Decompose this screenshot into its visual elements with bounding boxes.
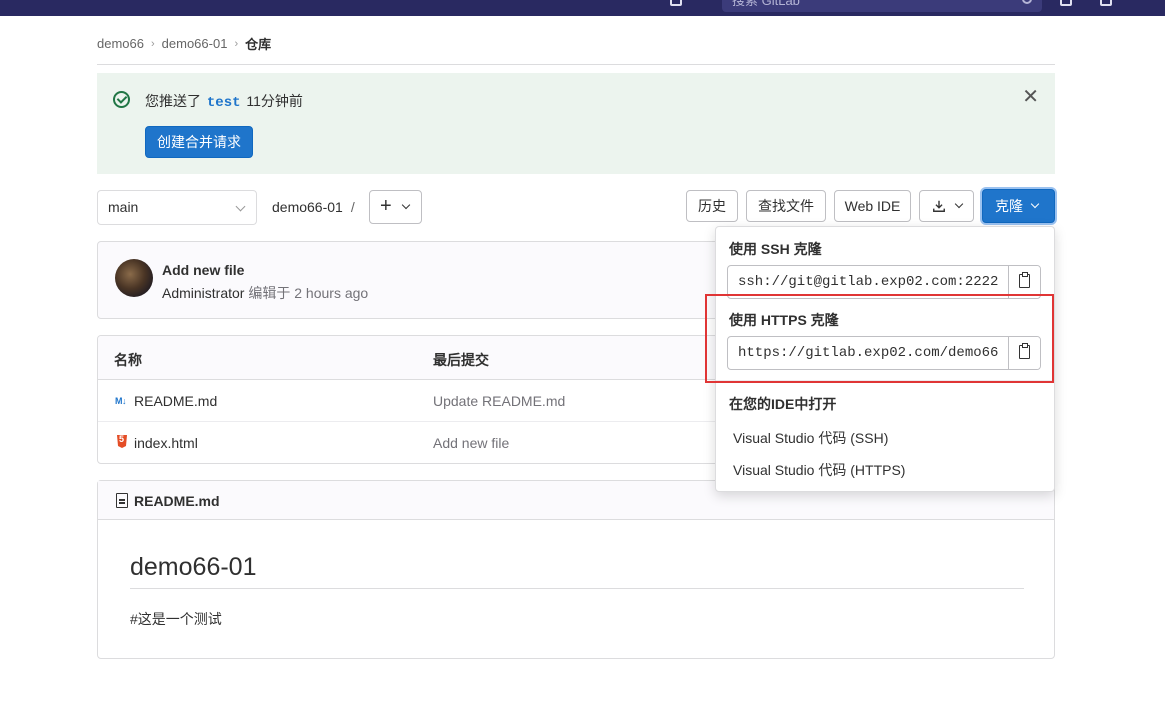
top-nav-bar: 搜索 GitLab xyxy=(0,0,1165,16)
file-icon xyxy=(116,493,128,508)
repo-path-link[interactable]: demo66-01 xyxy=(272,199,343,215)
open-vscode-https-item[interactable]: Visual Studio 代码 (HTTPS) xyxy=(733,460,905,480)
file-name[interactable]: index.html xyxy=(134,435,198,451)
close-icon[interactable]: ✕ xyxy=(1022,87,1039,107)
search-placeholder: 搜索 GitLab xyxy=(732,0,800,8)
add-to-tree-button[interactable]: + xyxy=(369,190,422,224)
breadcrumb-item-group[interactable]: demo66 xyxy=(97,36,144,51)
history-button[interactable]: 历史 xyxy=(686,190,738,222)
alert-message: 您推送了 test 11分钟前 xyxy=(145,93,303,111)
column-header-last-commit: 最后提交 xyxy=(433,352,489,368)
issues-icon[interactable] xyxy=(1060,0,1072,6)
commit-meta: Administrator 编辑于 2 hours ago xyxy=(162,285,369,301)
file-commit-message[interactable]: Add new file xyxy=(433,435,509,451)
ssh-clone-label: 使用 SSH 克隆 xyxy=(729,241,822,257)
commit-author[interactable]: Administrator xyxy=(162,285,244,301)
clone-button[interactable]: 克隆 xyxy=(982,189,1055,223)
highlight-box xyxy=(705,294,1054,383)
download-button[interactable] xyxy=(919,190,974,222)
chevron-right-icon: › xyxy=(234,37,239,50)
open-in-ide-label: 在您的IDE中打开 xyxy=(729,396,837,412)
open-vscode-ssh-item[interactable]: Visual Studio 代码 (SSH) xyxy=(733,428,888,448)
markdown-icon: M↓ xyxy=(115,396,127,406)
merge-requests-icon[interactable] xyxy=(1100,0,1112,6)
branch-name: test xyxy=(206,95,241,111)
branch-selector[interactable]: main xyxy=(97,190,257,225)
readme-heading: demo66-01 xyxy=(130,553,257,581)
breadcrumb: demo66 › demo66-01 › 仓库 xyxy=(97,34,271,53)
push-alert: 您推送了 test 11分钟前 ✕ 创建合并请求 xyxy=(97,73,1055,174)
breadcrumb-item-current[interactable]: 仓库 xyxy=(245,34,271,53)
web-ide-button[interactable]: Web IDE xyxy=(834,190,911,222)
clone-button-label: 克隆 xyxy=(995,198,1023,214)
file-name[interactable]: README.md xyxy=(134,393,217,409)
chevron-right-icon: › xyxy=(150,37,155,50)
create-merge-request-button[interactable]: 创建合并请求 xyxy=(145,126,253,158)
divider xyxy=(130,588,1024,589)
readme-panel: README.md demo66-01 #这是一个测试 xyxy=(97,480,1055,659)
chevron-down-icon xyxy=(954,199,964,209)
repo-path: demo66-01/ xyxy=(272,199,355,215)
todo-icon[interactable] xyxy=(670,0,682,6)
download-icon xyxy=(933,200,945,212)
plus-icon: + xyxy=(380,195,392,217)
avatar[interactable] xyxy=(115,259,153,297)
search-icon xyxy=(1022,0,1032,4)
html5-icon xyxy=(117,435,127,448)
find-file-button[interactable]: 查找文件 xyxy=(746,190,826,222)
check-circle-icon xyxy=(113,91,130,108)
column-header-name: 名称 xyxy=(114,352,142,368)
chevron-down-icon xyxy=(1030,199,1040,209)
breadcrumb-item-project[interactable]: demo66-01 xyxy=(162,36,228,51)
divider xyxy=(97,64,1055,65)
commit-time: 2 hours ago xyxy=(294,285,369,301)
branch-selector-value: main xyxy=(108,199,139,215)
readme-paragraph: #这是一个测试 xyxy=(130,611,222,627)
readme-filename[interactable]: README.md xyxy=(134,493,220,509)
chevron-down-icon xyxy=(235,201,246,212)
global-search-input[interactable]: 搜索 GitLab xyxy=(722,0,1042,12)
file-commit-message[interactable]: Update README.md xyxy=(433,393,565,409)
commit-title[interactable]: Add new file xyxy=(162,262,244,278)
clipboard-icon xyxy=(1019,272,1030,288)
chevron-down-icon xyxy=(401,200,411,210)
ssh-url-value: ssh://git@gitlab.exp02.com:2222 xyxy=(738,274,999,290)
